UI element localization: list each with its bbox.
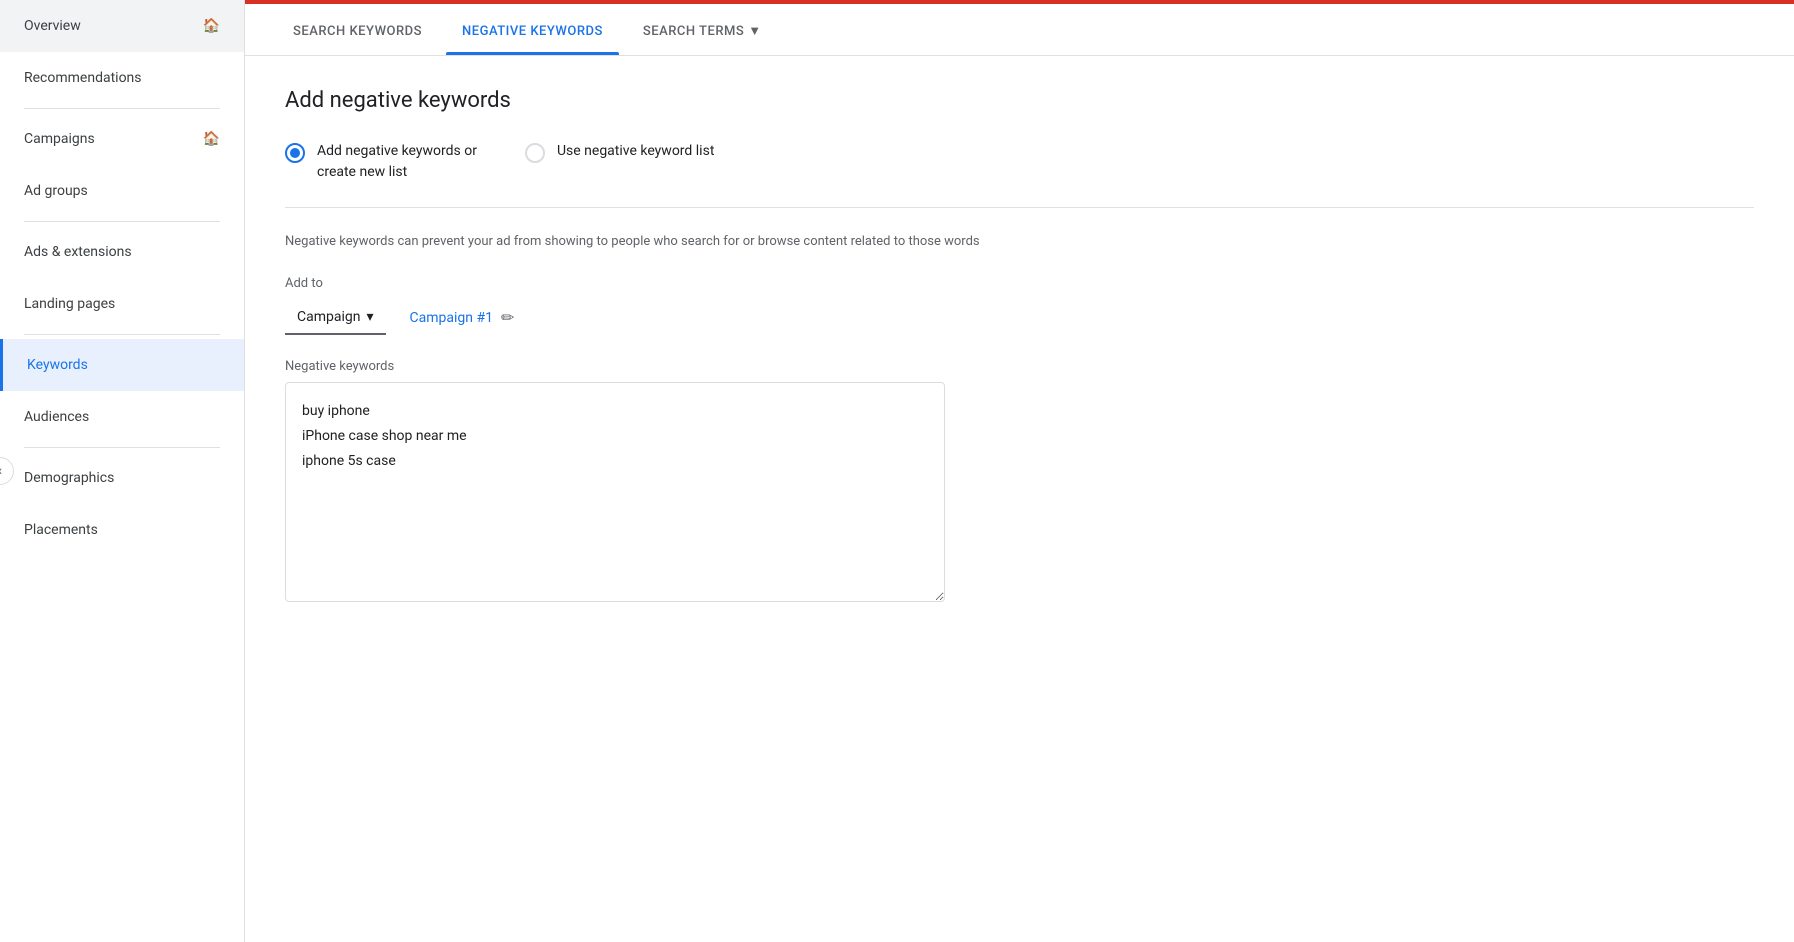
recommendations-label: Recommendations: [24, 70, 142, 86]
help-text: Negative keywords can prevent your ad fr…: [285, 232, 1754, 252]
radio-group: Add negative keywords orcreate new list …: [285, 141, 1754, 183]
divider-3: [24, 334, 220, 335]
divider-1: [24, 108, 220, 109]
chevron-down-icon: ▼: [748, 23, 761, 39]
tab-search-keywords[interactable]: SEARCH KEYWORDS: [277, 24, 438, 55]
campaigns-icon: 🏠: [203, 131, 220, 147]
main-content: SEARCH KEYWORDS NEGATIVE KEYWORDS SEARCH…: [245, 0, 1794, 942]
radio-option-add-new[interactable]: Add negative keywords orcreate new list: [285, 141, 477, 183]
sidebar-item-ad-groups[interactable]: Ad groups: [0, 165, 244, 217]
radio-use-list-label: Use negative keyword list: [557, 141, 714, 162]
ads-extensions-label: Ads & extensions: [24, 244, 132, 260]
home-icon: 🏠: [203, 18, 220, 34]
campaign-link[interactable]: Campaign #1 ✏: [410, 308, 515, 327]
landing-pages-label: Landing pages: [24, 296, 115, 312]
negative-keywords-textarea[interactable]: buy iphone iPhone case shop near me ipho…: [285, 382, 945, 602]
sidebar: ‹ Overview 🏠 Recommendations Campaigns 🏠…: [0, 0, 245, 942]
placements-label: Placements: [24, 522, 98, 538]
campaigns-label: Campaigns: [24, 131, 95, 147]
radio-option-use-list[interactable]: Use negative keyword list: [525, 141, 714, 163]
tabs-bar: SEARCH KEYWORDS NEGATIVE KEYWORDS SEARCH…: [245, 0, 1794, 56]
sidebar-item-landing-pages[interactable]: Landing pages: [0, 278, 244, 330]
sidebar-item-keywords[interactable]: Keywords: [0, 339, 244, 391]
tab-search-terms[interactable]: SEARCH TERMS ▼: [627, 23, 778, 55]
campaign-link-text: Campaign #1: [410, 310, 493, 326]
sidebar-item-audiences[interactable]: Audiences: [0, 391, 244, 443]
radio-add-new-label: Add negative keywords orcreate new list: [317, 141, 477, 183]
sidebar-item-placements[interactable]: Placements: [0, 504, 244, 556]
sidebar-item-demographics[interactable]: Demographics: [0, 452, 244, 504]
keywords-label: Keywords: [27, 357, 88, 373]
dropdown-label: Campaign: [297, 309, 360, 325]
sidebar-item-recommendations[interactable]: Recommendations: [0, 52, 244, 104]
page-title: Add negative keywords: [285, 88, 1754, 113]
dropdown-arrow-icon: ▾: [366, 309, 373, 325]
divider-4: [24, 447, 220, 448]
ad-groups-label: Ad groups: [24, 183, 88, 199]
add-to-dropdown[interactable]: Campaign ▾: [285, 301, 386, 335]
section-divider: [285, 207, 1754, 208]
edit-icon[interactable]: ✏: [501, 308, 514, 327]
radio-use-list-circle[interactable]: [525, 143, 545, 163]
sidebar-item-overview[interactable]: Overview 🏠: [0, 0, 244, 52]
overview-label: Overview: [24, 18, 81, 34]
tab-negative-keywords[interactable]: NEGATIVE KEYWORDS: [446, 24, 619, 55]
radio-add-new-circle[interactable]: [285, 143, 305, 163]
audiences-label: Audiences: [24, 409, 89, 425]
divider-2: [24, 221, 220, 222]
sidebar-item-ads-extensions[interactable]: Ads & extensions: [0, 226, 244, 278]
add-to-row: Campaign ▾ Campaign #1 ✏: [285, 301, 1754, 335]
demographics-label: Demographics: [24, 470, 114, 486]
keywords-section-label: Negative keywords: [285, 359, 1754, 374]
sidebar-item-campaigns[interactable]: Campaigns 🏠: [0, 113, 244, 165]
add-to-label: Add to: [285, 276, 1754, 291]
content-area: Add negative keywords Add negative keywo…: [245, 56, 1794, 942]
